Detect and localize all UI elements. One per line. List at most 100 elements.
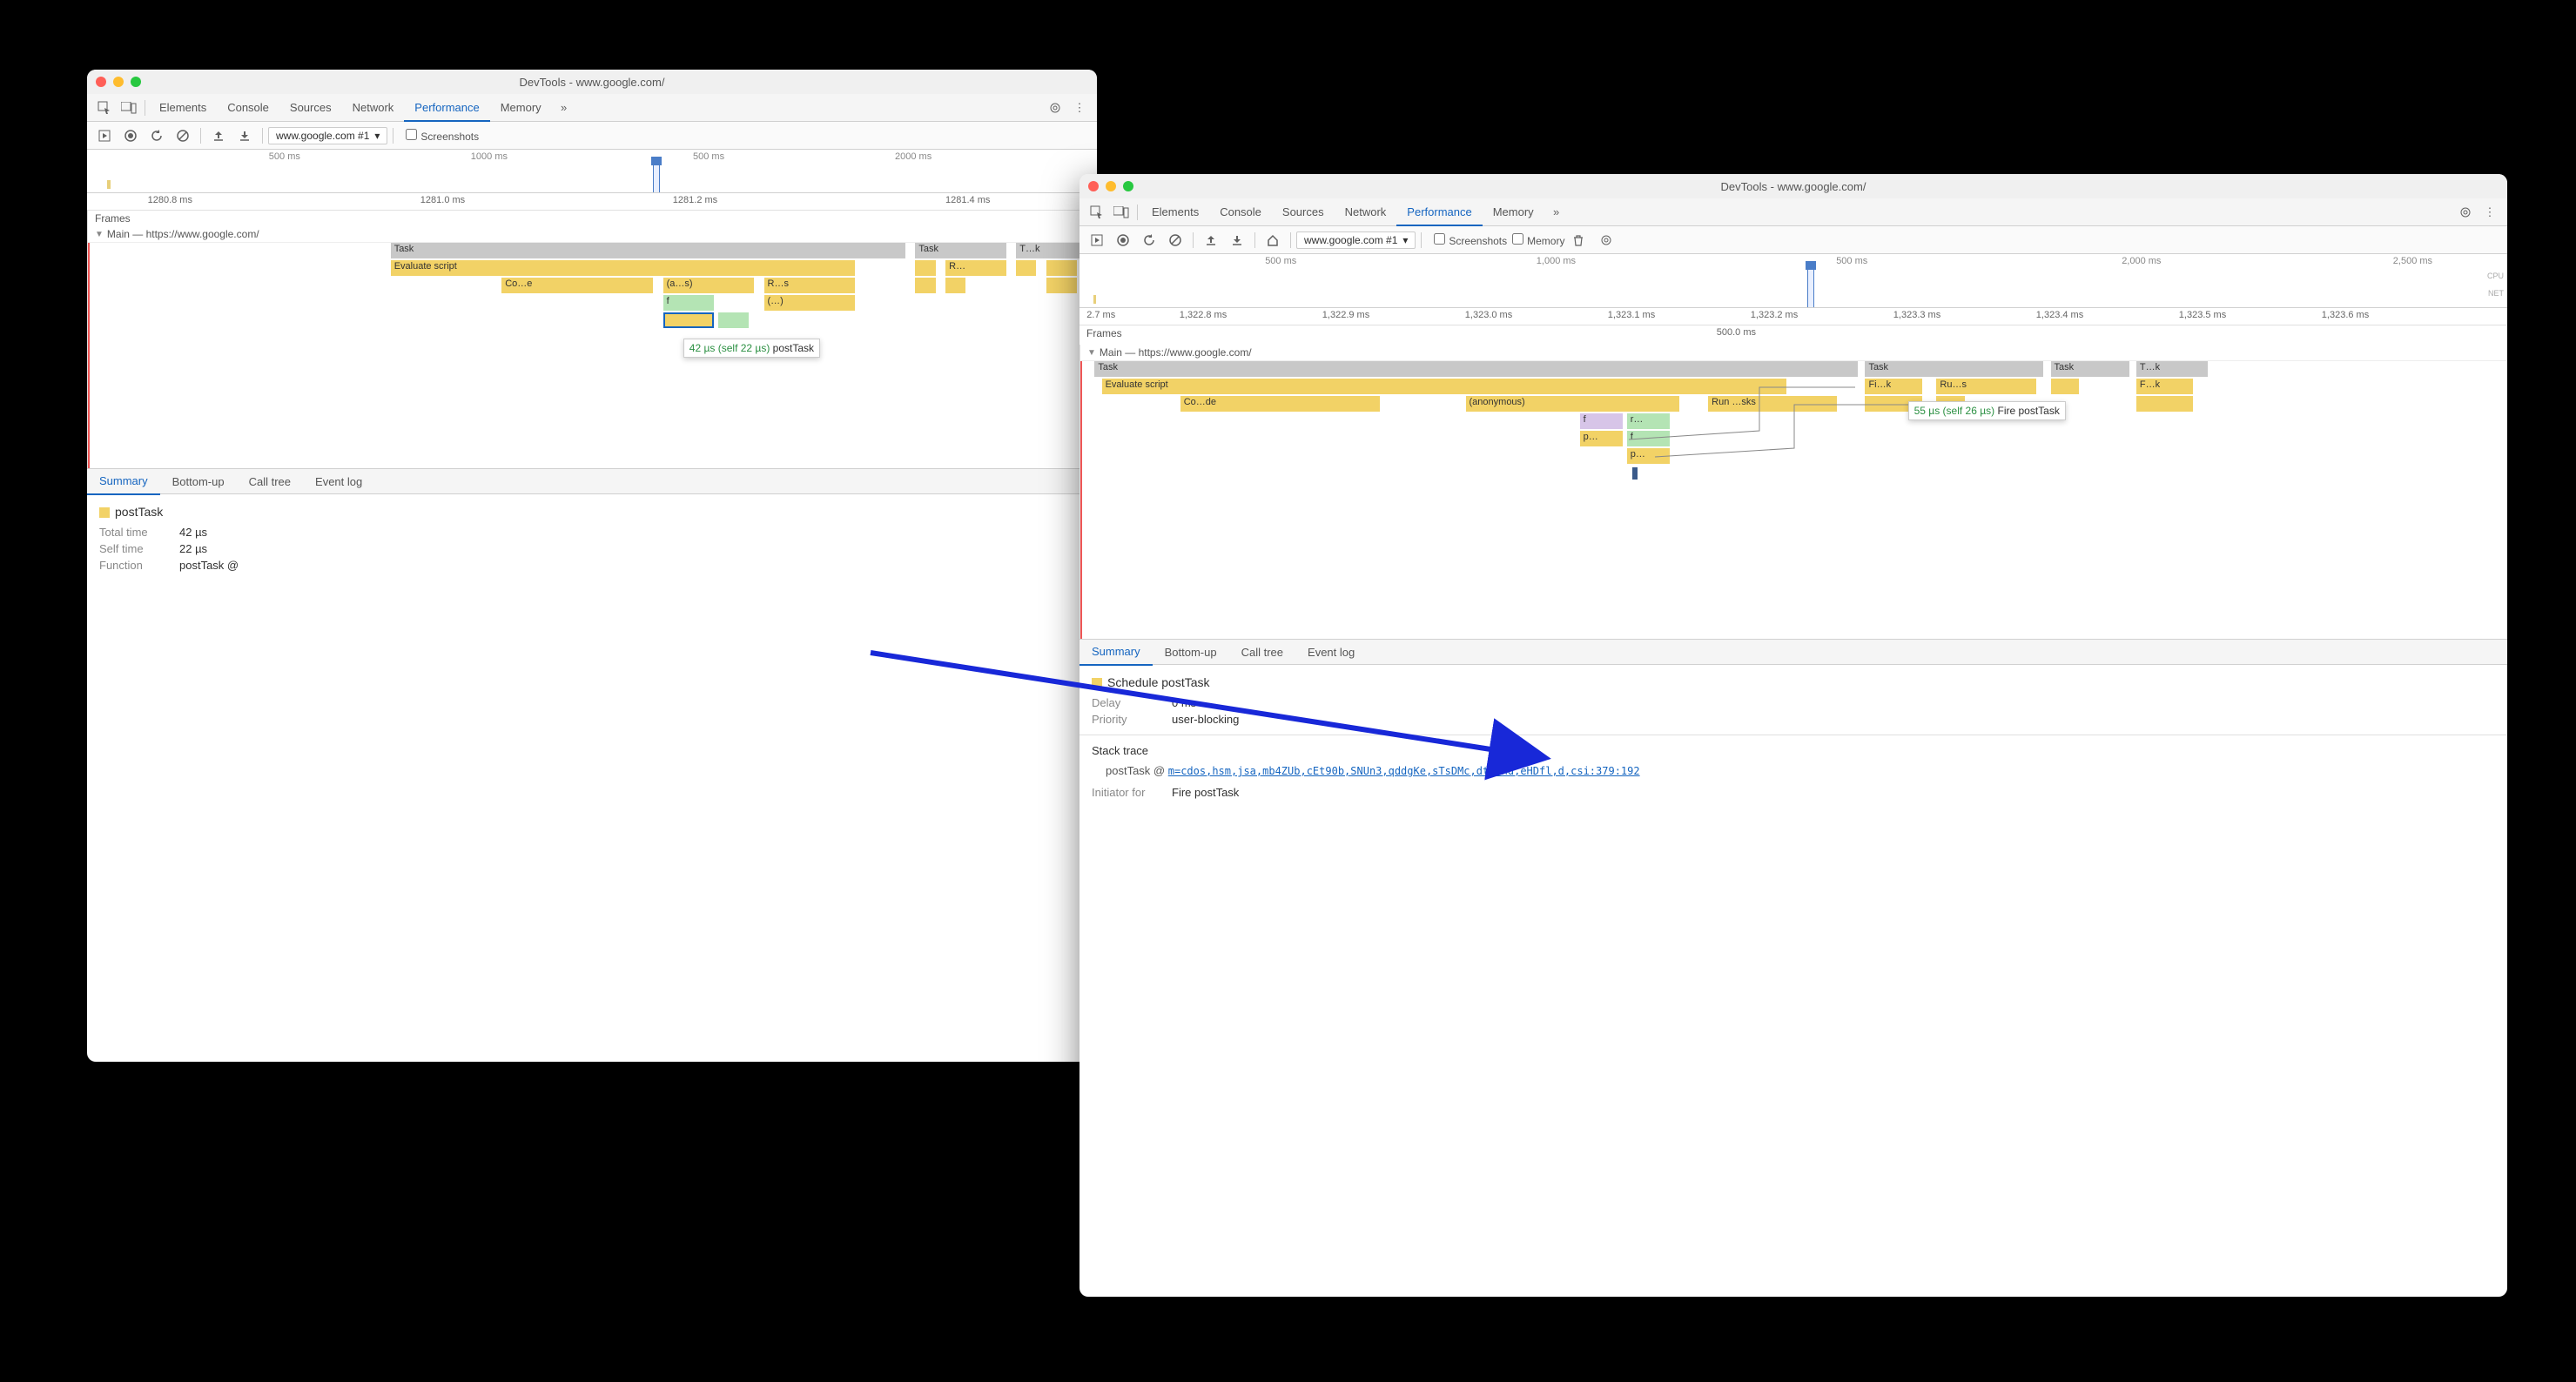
- flame-compile[interactable]: Co…e: [501, 278, 653, 293]
- memory-checkbox[interactable]: Memory: [1512, 233, 1564, 247]
- overview[interactable]: 500 ms 1000 ms 500 ms 2000 ms: [87, 150, 1097, 193]
- flame-block[interactable]: [1046, 278, 1077, 293]
- upload-icon[interactable]: [206, 124, 231, 148]
- record-icon[interactable]: [1111, 228, 1135, 252]
- flame-selected[interactable]: [663, 312, 714, 328]
- flame-evaluate-script[interactable]: Evaluate script: [1102, 379, 1787, 394]
- record-icon[interactable]: [118, 124, 143, 148]
- stack-link[interactable]: m=cdos,hsm,jsa,mb4ZUb,cEt90b,SNUn3,qddgK…: [1168, 765, 1640, 777]
- home-icon[interactable]: [1261, 228, 1285, 252]
- flame-chart[interactable]: Task Task Task T…k Evaluate script Fi…k …: [1080, 360, 2507, 639]
- flame-task[interactable]: Task: [915, 243, 1006, 258]
- close-icon[interactable]: [1088, 181, 1099, 191]
- overview[interactable]: 500 ms 1,000 ms 500 ms 2,000 ms 2,500 ms…: [1079, 254, 2507, 308]
- flame-task[interactable]: Task: [1865, 361, 2043, 377]
- flame-task[interactable]: Task: [2051, 361, 2129, 377]
- flame-p1[interactable]: p…: [1580, 431, 1623, 446]
- minimize-icon[interactable]: [113, 77, 124, 87]
- tab-memory[interactable]: Memory: [1483, 198, 1544, 226]
- flame-chart[interactable]: Task Task T…k Evaluate script R… Co…e (a…: [88, 242, 1097, 468]
- kebab-icon[interactable]: ⋮: [1067, 96, 1092, 120]
- clear-icon[interactable]: [171, 124, 195, 148]
- flame-runs[interactable]: Ru…s: [1936, 379, 2036, 394]
- screenshots-checkbox[interactable]: Screenshots: [406, 129, 479, 143]
- tab-memory[interactable]: Memory: [490, 94, 552, 122]
- reload-icon[interactable]: [145, 124, 169, 148]
- flame-f[interactable]: f: [663, 295, 714, 311]
- close-icon[interactable]: [96, 77, 106, 87]
- overview-viewport[interactable]: [653, 162, 660, 192]
- flame-block[interactable]: [718, 312, 749, 328]
- tab-summary[interactable]: Summary: [87, 469, 160, 495]
- flame-anon[interactable]: (a…s): [663, 278, 754, 293]
- tab-network[interactable]: Network: [1335, 198, 1397, 226]
- tab-summary[interactable]: Summary: [1079, 640, 1153, 666]
- tab-call-tree[interactable]: Call tree: [237, 468, 303, 494]
- clear-icon[interactable]: [1163, 228, 1187, 252]
- more-tabs-icon[interactable]: »: [552, 96, 576, 120]
- flame-f2[interactable]: f: [1627, 431, 1670, 446]
- flame-compile[interactable]: Co…de: [1180, 396, 1380, 412]
- flame-marker[interactable]: [1632, 467, 1638, 480]
- tab-bottom-up[interactable]: Bottom-up: [1153, 639, 1229, 665]
- download-icon[interactable]: [232, 124, 257, 148]
- tab-sources[interactable]: Sources: [1272, 198, 1335, 226]
- recording-select[interactable]: www.google.com #1 ▾: [1296, 231, 1416, 249]
- frames-label[interactable]: Frames: [1086, 327, 1122, 339]
- tab-network[interactable]: Network: [342, 94, 405, 122]
- main-row[interactable]: ▼Main — https://www.google.com/: [1080, 345, 2507, 360]
- screenshots-checkbox[interactable]: Screenshots: [1434, 233, 1507, 247]
- recording-select[interactable]: www.google.com #1 ▾: [268, 127, 387, 144]
- flame-evaluate-script[interactable]: Evaluate script: [391, 260, 855, 276]
- upload-icon[interactable]: [1199, 228, 1223, 252]
- tab-bottom-up[interactable]: Bottom-up: [160, 468, 237, 494]
- tab-elements[interactable]: Elements: [1141, 198, 1209, 226]
- tab-sources[interactable]: Sources: [279, 94, 342, 122]
- device-icon[interactable]: [1109, 200, 1133, 225]
- flame-task[interactable]: Task: [1094, 361, 1858, 377]
- tab-call-tree[interactable]: Call tree: [1229, 639, 1295, 665]
- flame-block[interactable]: [2051, 379, 2080, 394]
- flame-block[interactable]: [945, 278, 965, 293]
- toggle-drawer-icon[interactable]: [1085, 228, 1109, 252]
- trash-icon[interactable]: [1566, 228, 1591, 252]
- flame-block[interactable]: [915, 260, 935, 276]
- flame-block[interactable]: R…: [945, 260, 1006, 276]
- inspect-icon[interactable]: [1085, 200, 1109, 225]
- flame-task[interactable]: T…k: [2136, 361, 2208, 377]
- overview-viewport[interactable]: [1807, 266, 1814, 307]
- maximize-icon[interactable]: [131, 77, 141, 87]
- kebab-icon[interactable]: ⋮: [2478, 200, 2502, 225]
- flame-p2[interactable]: p…: [1627, 448, 1670, 464]
- tab-elements[interactable]: Elements: [149, 94, 217, 122]
- tab-performance[interactable]: Performance: [1396, 198, 1482, 226]
- flame-run[interactable]: Run …sks: [1708, 396, 1837, 412]
- toggle-drawer-icon[interactable]: [92, 124, 117, 148]
- gear-icon[interactable]: [1043, 96, 1067, 120]
- flame-block[interactable]: [2136, 396, 2194, 412]
- minimize-icon[interactable]: [1106, 181, 1116, 191]
- main-row[interactable]: ▼Main — https://www.google.com/: [88, 226, 1097, 242]
- tab-console[interactable]: Console: [1209, 198, 1272, 226]
- frames-row[interactable]: Frames: [88, 211, 1097, 226]
- tab-event-log[interactable]: Event log: [1295, 639, 1367, 665]
- tab-performance[interactable]: Performance: [404, 94, 489, 122]
- tab-console[interactable]: Console: [217, 94, 279, 122]
- reload-icon[interactable]: [1137, 228, 1161, 252]
- more-tabs-icon[interactable]: »: [1544, 200, 1569, 225]
- flame-fk[interactable]: F…k: [2136, 379, 2194, 394]
- flame-r[interactable]: r…: [1627, 413, 1670, 429]
- flame-fire[interactable]: Fi…k: [1865, 379, 1922, 394]
- flame-block[interactable]: [1016, 260, 1036, 276]
- inspect-icon[interactable]: [92, 96, 117, 120]
- device-icon[interactable]: [117, 96, 141, 120]
- tab-event-log[interactable]: Event log: [303, 468, 374, 494]
- flame-anon[interactable]: (anonymous): [1466, 396, 1680, 412]
- flame-block[interactable]: [1046, 260, 1077, 276]
- maximize-icon[interactable]: [1123, 181, 1133, 191]
- download-icon[interactable]: [1225, 228, 1249, 252]
- gear-icon[interactable]: [1594, 228, 1618, 252]
- flame-task[interactable]: T…k: [1016, 243, 1086, 258]
- flame-run[interactable]: R…s: [764, 278, 855, 293]
- flame-block[interactable]: [915, 278, 935, 293]
